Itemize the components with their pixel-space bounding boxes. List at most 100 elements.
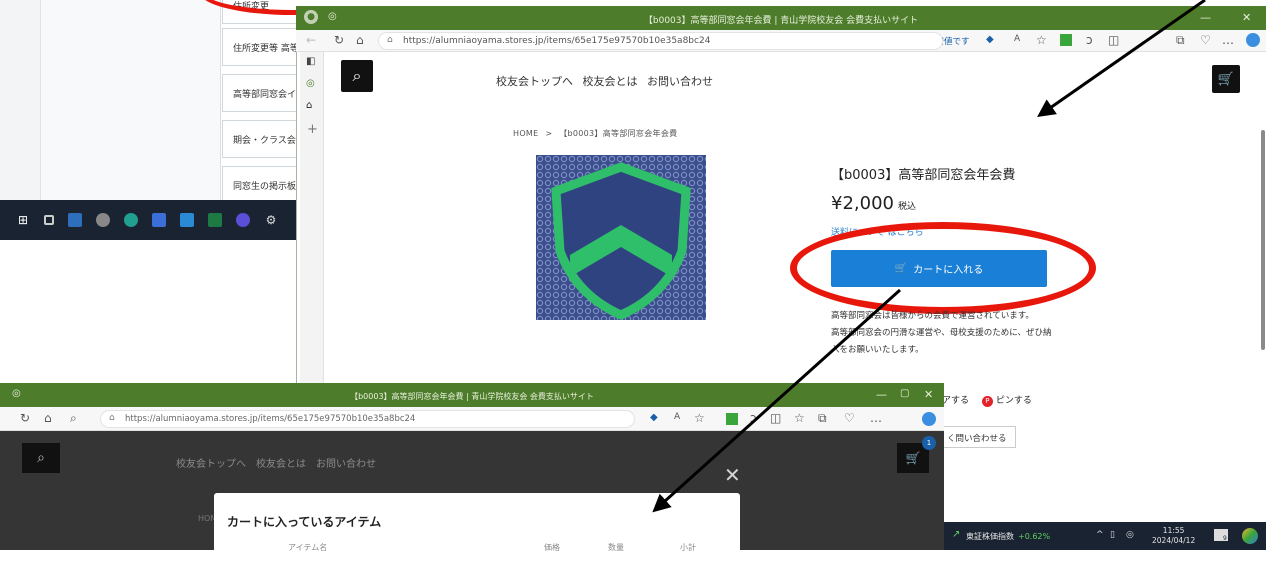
home-icon[interactable]: ⌂	[44, 411, 52, 425]
page-scrollbar[interactable]	[1261, 130, 1265, 350]
tab-panel-icon[interactable]: ◧	[306, 56, 315, 67]
more-icon[interactable]: …	[870, 411, 882, 425]
share-row: アする P ピンする	[942, 393, 1032, 407]
copilot-icon[interactable]	[922, 412, 936, 426]
cart-button[interactable]: 🛒	[1212, 65, 1240, 93]
split-screen-icon[interactable]: ◫	[770, 411, 781, 425]
app-icon[interactable]	[152, 213, 166, 227]
desc-line: 高等部同窓会の円滑な運営や、母校支援のために、ぜひ納	[831, 328, 1052, 338]
vertical-tabs-rail: ◧ ◎ ⌂ +	[300, 52, 324, 388]
tag-icon[interactable]: ◆	[650, 412, 658, 423]
close-window-icon[interactable]: ✕	[924, 388, 933, 401]
explorer-icon[interactable]	[68, 213, 82, 227]
extension-icon[interactable]: ↄ	[750, 411, 757, 425]
windows-start-icon[interactable]: ⊞	[16, 213, 30, 227]
main-url-text: https://alumniaoyama.stores.jp/items/65e…	[403, 36, 711, 46]
minimize-icon[interactable]: —	[1200, 11, 1211, 24]
product-title: 【b0003】高等部同窓会年会費	[831, 168, 1016, 183]
new-tab-icon[interactable]: +	[307, 122, 318, 137]
favorites-bar-icon[interactable]: ☆	[794, 411, 805, 425]
stock-ticker[interactable]: 東証株価指数 +0.62%	[966, 531, 1050, 542]
breadcrumb-sep: >	[545, 129, 553, 138]
main-url-field[interactable]: ⌂ https://alumniaoyama.stores.jp/items/6…	[378, 32, 943, 50]
annotation-red-ellipse	[790, 222, 1096, 314]
close-window-icon[interactable]: ✕	[1242, 11, 1251, 24]
tray-chevron-icon[interactable]: ^	[1096, 530, 1104, 540]
bg-menu-label: 同窓生の掲示板(	[233, 182, 300, 192]
col-qty: 数量	[608, 543, 624, 552]
tax-label: 税込	[897, 202, 916, 212]
copilot-tray-icon[interactable]	[1242, 528, 1258, 544]
read-aloud-icon[interactable]: A	[1014, 34, 1020, 44]
clock-date: 2024/04/12	[1152, 536, 1196, 545]
split-screen-icon[interactable]: ◫	[1108, 33, 1119, 47]
read-aloud-icon[interactable]: A	[674, 412, 680, 422]
edge-icon[interactable]	[124, 213, 138, 227]
breadcrumb-home[interactable]: HOME	[513, 129, 538, 138]
refresh-icon[interactable]: ↻	[20, 411, 30, 425]
nav-contact[interactable]: お問い合わせ	[647, 75, 713, 88]
collections-icon[interactable]: ⧉	[1176, 33, 1185, 48]
copilot-side-icon[interactable]: ♡	[844, 411, 855, 425]
outlook-icon[interactable]	[180, 213, 194, 227]
refresh-icon[interactable]: ↻	[334, 33, 344, 47]
copilot-icon[interactable]	[1246, 33, 1260, 47]
search-icon: ⌕	[352, 66, 362, 85]
task-view-icon[interactable]	[44, 215, 54, 225]
home-icon[interactable]: ⌂	[356, 33, 364, 47]
pinterest-icon: P	[981, 395, 993, 407]
stock-trend-icon: ↗	[952, 529, 961, 540]
extension-icon[interactable]	[726, 413, 738, 425]
search-icon[interactable]: ⌕	[70, 411, 77, 426]
taskbar-tray: ↗ 東証株価指数 +0.62% ^ ▯ ◎ 11:55 2024/04/12 9	[944, 522, 1266, 550]
front-window-title: 【b0003】高等部同窓会年会費 | 青山学院校友会 会費支払いサイト	[350, 392, 594, 401]
tool-icon[interactable]	[96, 213, 110, 227]
media-icon[interactable]	[236, 213, 250, 227]
favorite-icon[interactable]: ☆	[1036, 33, 1047, 47]
battery-icon[interactable]: ▯	[1110, 530, 1115, 540]
pin-button[interactable]: ピンする	[996, 396, 1032, 406]
clock[interactable]: 11:55 2024/04/12	[1152, 526, 1195, 546]
excel-icon[interactable]	[208, 213, 222, 227]
more-icon[interactable]: …	[1222, 33, 1234, 47]
network-icon[interactable]: ◎	[1126, 530, 1134, 540]
main-browser-window	[296, 0, 1266, 388]
bg-menu-item[interactable]: 期会・クラス会・O	[222, 120, 300, 158]
front-url-field[interactable]: ⌂ https://alumniaoyama.stores.jp/items/6…	[100, 410, 635, 428]
tab-active-icon[interactable]: ⌂	[306, 100, 312, 111]
minimize-icon[interactable]: —	[876, 388, 887, 401]
bg-menu-item[interactable]: 同窓生の掲示板(	[222, 166, 300, 204]
product-description: 高等部同窓会は皆様からの会費で運営されています。 高等部同窓会の円滑な運営や、母…	[831, 308, 1081, 359]
restore-icon[interactable]: ▢	[900, 388, 909, 399]
collections-icon[interactable]: ⧉	[818, 411, 827, 426]
share-button[interactable]: アする	[942, 396, 969, 406]
inquiry-button[interactable]: く問い合わせる	[942, 426, 1016, 448]
front-url-text: https://alumniaoyama.stores.jp/items/65e…	[125, 414, 416, 424]
clock-time: 11:55	[1162, 526, 1185, 535]
cart-count-badge: 1	[922, 436, 936, 450]
col-subtotal: 小計	[680, 543, 696, 552]
site-search-button[interactable]: ⌕	[341, 60, 373, 92]
front-site-nav: 校友会トップへ 校友会とは お問い合わせ	[176, 459, 376, 470]
nav-alumni-top[interactable]: 校友会トップへ	[496, 75, 573, 88]
site-search-button[interactable]: ⌕	[22, 443, 60, 473]
copilot-side-icon[interactable]: ♡	[1200, 33, 1211, 47]
favorite-icon[interactable]: ☆	[694, 411, 705, 425]
extension-icon[interactable]: ↄ	[1086, 33, 1093, 47]
bg-menu-item[interactable]: 住所変更等 高等	[222, 28, 300, 66]
search-icon: ⌕	[37, 450, 45, 466]
nav-about[interactable]: 校友会とは	[583, 75, 638, 88]
taskbar-back: ⊞ ⚙	[0, 200, 300, 240]
tag-icon[interactable]: ◆	[986, 34, 994, 45]
desc-line: 高等部同窓会は皆様からの会費で運営されています。	[831, 311, 1034, 321]
price-value: ¥2,000	[831, 193, 894, 214]
settings-icon[interactable]: ⚙	[264, 213, 278, 227]
front-titlebar: ◎ 【b0003】高等部同窓会年会費 | 青山学院校友会 会費支払いサイト — …	[0, 383, 944, 407]
site-nav: 校友会トップへ 校友会とは お問い合わせ	[496, 73, 719, 89]
close-modal-icon[interactable]: ✕	[724, 463, 741, 487]
tab-favicon-icon[interactable]: ◎	[306, 78, 315, 89]
extension-icon[interactable]	[1060, 34, 1072, 46]
bg-menu-item[interactable]: 高等部同窓会イ	[222, 74, 300, 112]
product-price: ¥2,000 税込	[831, 193, 916, 214]
back-icon[interactable]: ←	[306, 33, 316, 47]
